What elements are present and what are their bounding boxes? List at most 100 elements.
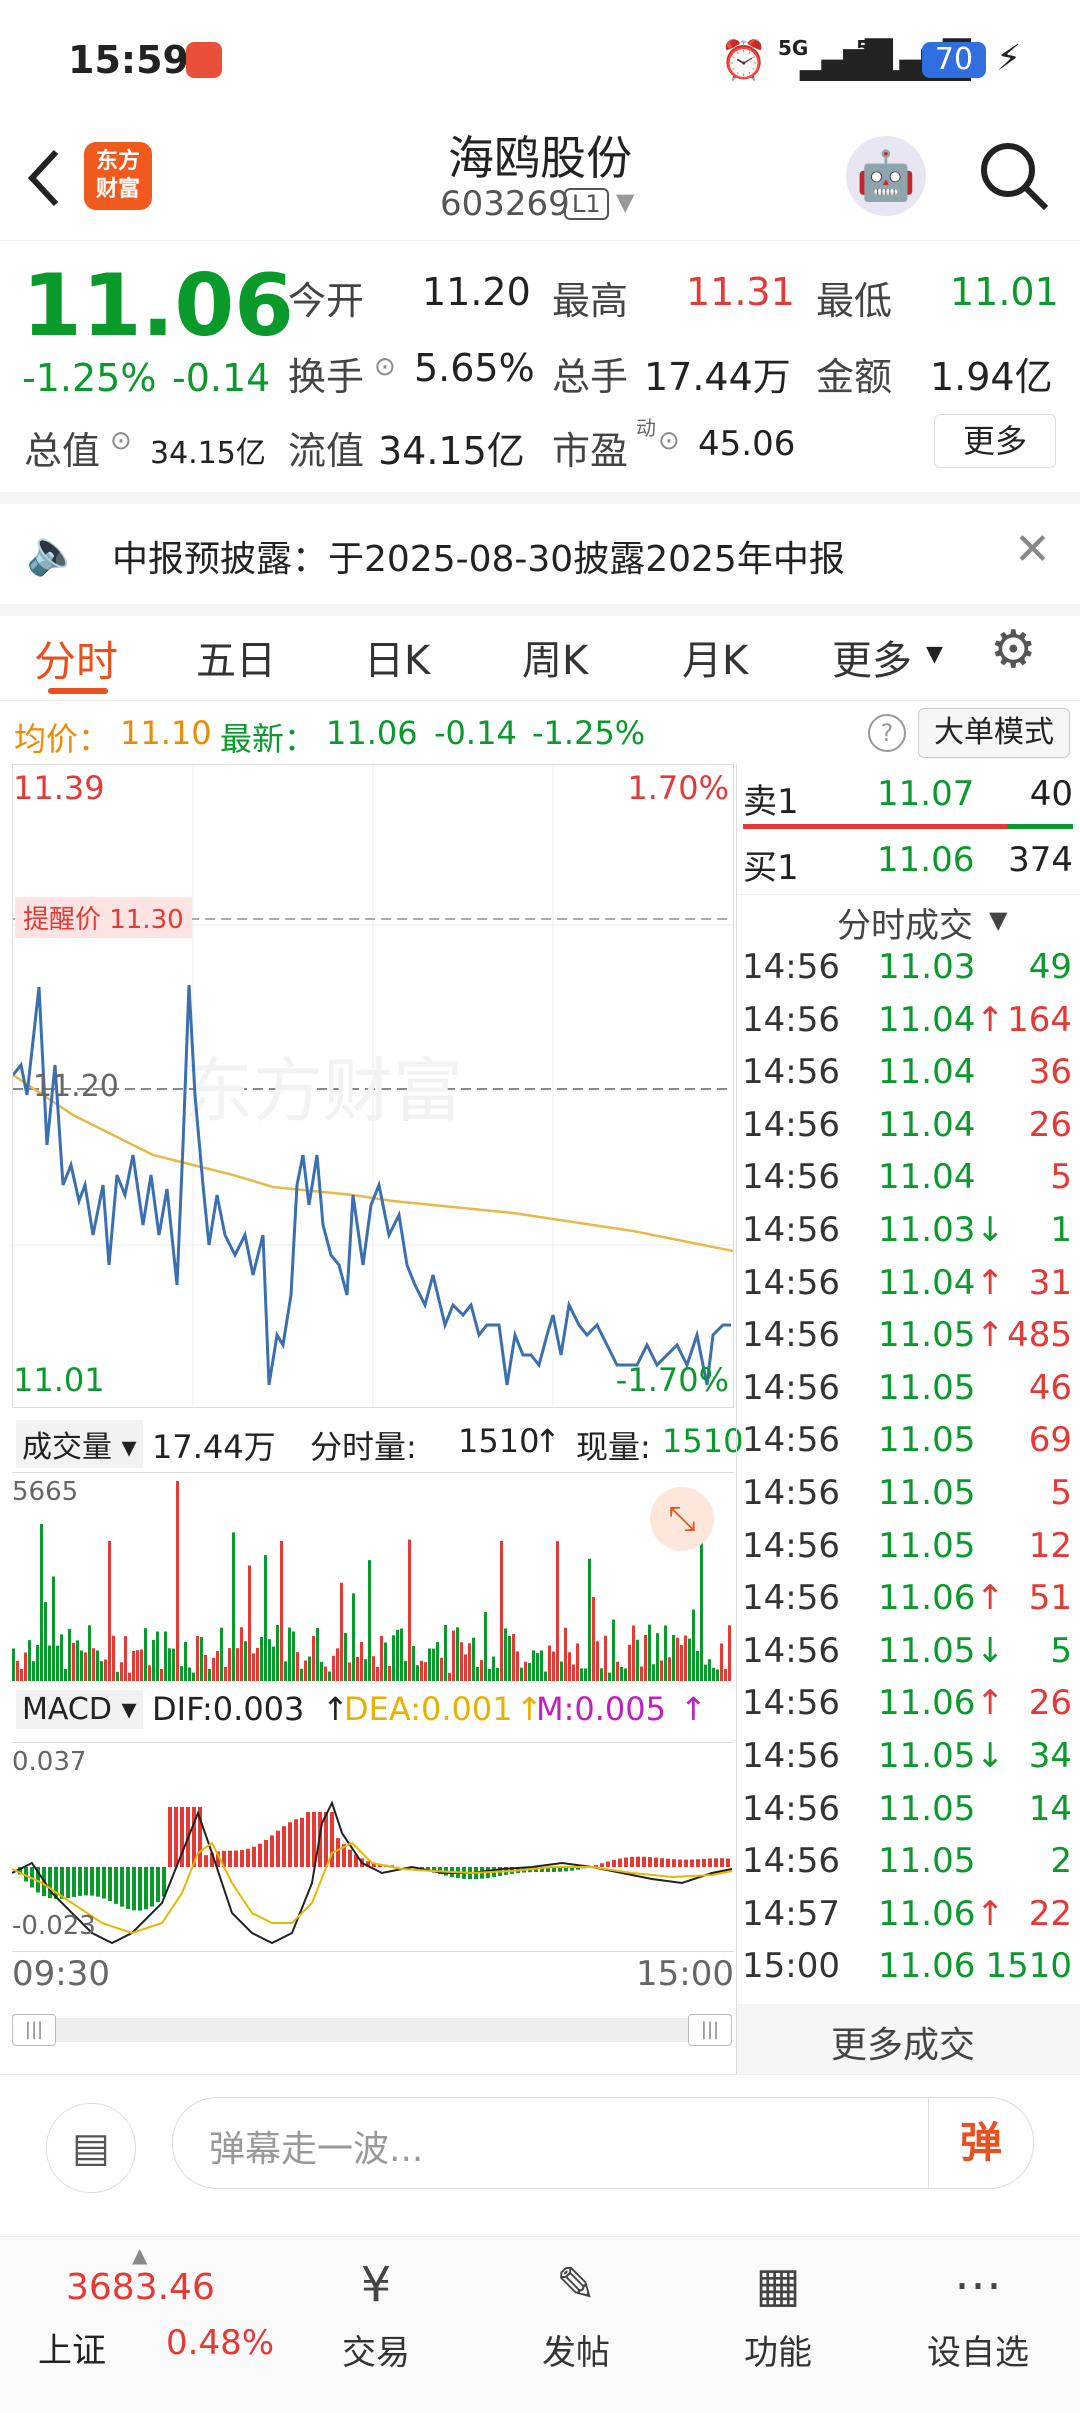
settings-gear-icon[interactable]: ⚙ [990, 620, 1037, 680]
search-icon[interactable] [976, 138, 1052, 214]
trades-header[interactable]: 分时成交 [837, 898, 973, 947]
index-pct[interactable]: 0.48% [166, 2323, 274, 2363]
volume-bar [416, 1665, 419, 1681]
volume-bar [680, 1645, 683, 1681]
bottom-pct-label: -1.70% [616, 1361, 729, 1399]
nav-post[interactable]: 发帖 [506, 2325, 646, 2374]
price-chart-area[interactable]: 东方财富 11.39 1.70% 提醒价 11.30 11.20 11.01 -… [12, 764, 734, 1408]
volume-bar [144, 1628, 147, 1681]
macd-indicator-select[interactable]: MACD ▾ [16, 1690, 143, 1729]
macd-bar [294, 1819, 298, 1867]
chart-scrollbar[interactable]: ||| ||| [12, 2018, 732, 2042]
bottom-nav: ▲ 3683.46 上证 0.48% ¥ 交易 ✎ 发帖 ▦ 功能 ⋯ 设自选 [0, 2236, 1080, 2413]
volume-bar [408, 1540, 411, 1681]
big-order-mode-button[interactable]: 大单模式 [918, 708, 1070, 758]
index-value[interactable]: 3683.46 [66, 2267, 215, 2308]
trade-price: 11.06 [878, 1683, 975, 1723]
volume-bar [460, 1642, 463, 1681]
minute-volume-label: 分时量: [310, 1422, 417, 1468]
volume-bar [688, 1639, 691, 1681]
volume-bar [724, 1669, 727, 1681]
volume-value: 17.44万 [644, 346, 791, 401]
tab-daily-k[interactable]: 日K [364, 628, 430, 686]
trade-row: 14:5611.03↓1 [742, 1210, 1076, 1262]
macd-bar [288, 1822, 292, 1867]
alert-price-label[interactable]: 提醒价 11.30 [15, 897, 192, 938]
more-trades-button[interactable]: 更多成交 [736, 2004, 1080, 2074]
battery-icon: 70 [922, 42, 986, 78]
robot-assistant-icon[interactable]: 🤖 [846, 136, 926, 216]
volume-bar [96, 1650, 99, 1681]
volume-bar [664, 1626, 667, 1681]
nav-trade[interactable]: 交易 [306, 2325, 446, 2374]
volume-bar [640, 1667, 643, 1681]
caret-up-icon: ▲ [132, 2243, 147, 2267]
notice-bar[interactable]: 🔈 中报预披露：于2025-08-30披露2025年中报 ✕ [0, 492, 1080, 616]
functions-grid-icon[interactable]: ▦ [708, 2257, 848, 2313]
charging-icon: ⚡ [996, 38, 1021, 79]
volume-bar [188, 1668, 191, 1681]
volume-bar [72, 1643, 75, 1681]
volume-indicator-select[interactable]: 成交量 ▾ [16, 1420, 143, 1468]
trade-time: 14:56 [742, 1105, 840, 1145]
volume-bar [632, 1626, 635, 1681]
volume-bar [364, 1659, 367, 1681]
scroll-handle-right[interactable]: ||| [688, 2014, 732, 2046]
trade-volume: 34 [1029, 1736, 1072, 1776]
volume-bar [548, 1646, 551, 1681]
danmaku-send-button[interactable]: 弹 [928, 2098, 1033, 2188]
tab-weekly-k[interactable]: 周K [522, 628, 588, 686]
latest-label: 最新： [220, 714, 316, 760]
tab-monthly-k[interactable]: 月K [682, 628, 748, 686]
danmaku-input[interactable]: 弹幕走一波... 弹 [172, 2097, 1034, 2189]
macd-bar [600, 1863, 604, 1867]
macd-chart-area[interactable]: 0.037 -0.023 [12, 1742, 734, 1952]
trade-price: 11.04 [878, 1157, 975, 1197]
expand-icon[interactable]: ⤡ [650, 1487, 714, 1551]
info-icon-3[interactable]: ⊙ [658, 426, 680, 456]
volume-bar [156, 1631, 159, 1681]
volume-bar [584, 1668, 587, 1681]
macd-bar [90, 1867, 94, 1896]
amount-value: 1.94亿 [930, 346, 1053, 401]
latest-chg-pct: -1.25% [532, 714, 645, 752]
trade-time: 14:56 [742, 1631, 840, 1671]
volume-bar [372, 1656, 375, 1681]
volume-bar [604, 1636, 607, 1681]
volume-bar [280, 1541, 283, 1681]
chevron-down-icon[interactable]: ▼ [989, 906, 1007, 934]
close-icon[interactable]: ✕ [1014, 524, 1051, 575]
now-volume-value: 1510 [662, 1422, 743, 1460]
volume-bar [612, 1620, 615, 1681]
volume-bar [568, 1652, 571, 1681]
nav-add-watchlist[interactable]: 设自选 [908, 2325, 1048, 2374]
tab-intraday[interactable]: 分时 [34, 628, 118, 689]
macd-bar [660, 1858, 664, 1867]
danmaku-settings-icon[interactable]: ▤ [46, 2103, 136, 2193]
macd-bar [264, 1840, 268, 1867]
volume-bar [700, 1541, 703, 1681]
scroll-handle-left[interactable]: ||| [12, 2014, 56, 2046]
volume-bar [400, 1629, 403, 1681]
volume-bar [40, 1524, 43, 1681]
more-dots-icon[interactable]: ⋯ [908, 2257, 1048, 2313]
trade-icon[interactable]: ¥ [306, 2257, 446, 2313]
chevron-down-icon[interactable]: ▼ [616, 188, 634, 216]
info-icon[interactable]: ⊙ [374, 352, 396, 382]
volume-total: 17.44万 [152, 1422, 276, 1468]
post-edit-icon[interactable]: ✎ [506, 2257, 646, 2313]
volume-bar [48, 1645, 51, 1681]
info-icon-2[interactable]: ⊙ [110, 426, 132, 456]
volume-bar [288, 1628, 291, 1681]
volume-bar [92, 1648, 95, 1681]
trade-time: 14:56 [742, 1210, 840, 1250]
trade-row: 15:0011.061510 [742, 1946, 1076, 1998]
tab-5day[interactable]: 五日 [196, 628, 276, 686]
index-name[interactable]: 上证 [38, 2323, 106, 2372]
help-icon[interactable]: ? [868, 714, 906, 752]
volume-bar [60, 1634, 63, 1681]
more-button[interactable]: 更多 [934, 414, 1056, 468]
tab-more[interactable]: 更多 [832, 628, 912, 686]
nav-functions[interactable]: 功能 [708, 2325, 848, 2374]
volume-chart-area[interactable]: 5665 ⤡ [12, 1472, 734, 1681]
